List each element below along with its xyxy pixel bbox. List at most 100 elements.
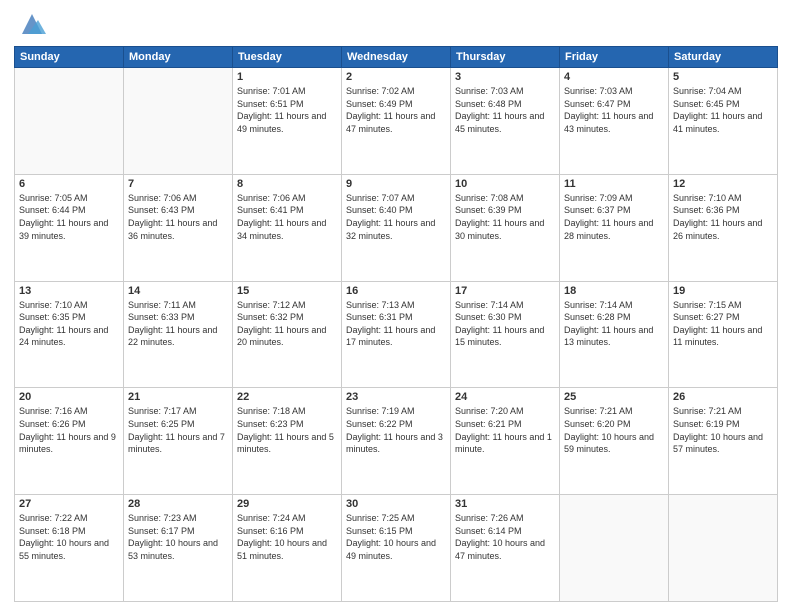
day-of-week-header: Wednesday — [342, 47, 451, 68]
calendar-cell: 28 Sunrise: 7:23 AM Sunset: 6:17 PM Dayli… — [124, 495, 233, 602]
calendar-cell: 24 Sunrise: 7:20 AM Sunset: 6:21 PM Dayli… — [451, 388, 560, 495]
calendar-week-row: 20 Sunrise: 7:16 AM Sunset: 6:26 PM Dayli… — [15, 388, 778, 495]
calendar-cell: 15Sunrise: 7:12 AM Sunset: 6:32 PM Dayli… — [233, 281, 342, 388]
day-of-week-header: Tuesday — [233, 47, 342, 68]
calendar-cell: 22 Sunrise: 7:18 AM Sunset: 6:23 PM Dayli… — [233, 388, 342, 495]
day-info: Sunrise: 7:03 AM Sunset: 6:48 PM Dayligh… — [455, 85, 555, 135]
calendar-cell: 27 Sunrise: 7:22 AM Sunset: 6:18 PM Dayli… — [15, 495, 124, 602]
day-info: Sunrise: 7:01 AM Sunset: 6:51 PM Dayligh… — [237, 85, 337, 135]
calendar-cell: 21 Sunrise: 7:17 AM Sunset: 6:25 PM Dayli… — [124, 388, 233, 495]
day-number: 12 — [673, 178, 773, 190]
day-info: Sunrise: 7:03 AM Sunset: 6:47 PM Dayligh… — [564, 85, 664, 135]
calendar-cell: 16 Sunrise: 7:13 AM Sunset: 6:31 PM Dayli… — [342, 281, 451, 388]
day-number: 16 — [346, 285, 446, 297]
day-number: 11 — [564, 178, 664, 190]
day-number: 30 — [346, 498, 446, 510]
logo — [14, 14, 46, 38]
calendar-cell: 8 Sunrise: 7:06 AM Sunset: 6:41 PM Daylig… — [233, 174, 342, 281]
day-info: Sunrise: 7:02 AM Sunset: 6:49 PM Dayligh… — [346, 85, 446, 135]
calendar-cell: 25 Sunrise: 7:21 AM Sunset: 6:20 PM Dayli… — [560, 388, 669, 495]
day-number: 10 — [455, 178, 555, 190]
day-info: Sunrise: 7:24 AM Sunset: 6:16 PM Dayligh… — [237, 512, 337, 562]
calendar-cell: 17 Sunrise: 7:14 AM Sunset: 6:30 PM Dayli… — [451, 281, 560, 388]
calendar-week-row: 6 Sunrise: 7:05 AM Sunset: 6:44 PM Daylig… — [15, 174, 778, 281]
page: SundayMondayTuesdayWednesdayThursdayFrid… — [0, 0, 792, 612]
day-number: 7 — [128, 178, 228, 190]
calendar-cell: 1Sunrise: 7:01 AM Sunset: 6:51 PM Daylig… — [233, 68, 342, 175]
day-of-week-header: Saturday — [669, 47, 778, 68]
day-info: Sunrise: 7:15 AM Sunset: 6:27 PM Dayligh… — [673, 299, 773, 349]
header — [14, 10, 778, 38]
day-info: Sunrise: 7:21 AM Sunset: 6:20 PM Dayligh… — [564, 405, 664, 455]
day-number: 20 — [19, 391, 119, 403]
day-info: Sunrise: 7:26 AM Sunset: 6:14 PM Dayligh… — [455, 512, 555, 562]
day-info: Sunrise: 7:11 AM Sunset: 6:33 PM Dayligh… — [128, 299, 228, 349]
day-info: Sunrise: 7:23 AM Sunset: 6:17 PM Dayligh… — [128, 512, 228, 562]
day-number: 28 — [128, 498, 228, 510]
calendar-cell — [560, 495, 669, 602]
calendar-cell: 7Sunrise: 7:06 AM Sunset: 6:43 PM Daylig… — [124, 174, 233, 281]
calendar-cell: 26Sunrise: 7:21 AM Sunset: 6:19 PM Dayli… — [669, 388, 778, 495]
day-info: Sunrise: 7:22 AM Sunset: 6:18 PM Dayligh… — [19, 512, 119, 562]
day-number: 27 — [19, 498, 119, 510]
calendar-cell: 4Sunrise: 7:03 AM Sunset: 6:47 PM Daylig… — [560, 68, 669, 175]
logo-icon — [18, 10, 46, 38]
calendar-cell: 10 Sunrise: 7:08 AM Sunset: 6:39 PM Dayli… — [451, 174, 560, 281]
day-info: Sunrise: 7:14 AM Sunset: 6:30 PM Dayligh… — [455, 299, 555, 349]
calendar-week-row: 27 Sunrise: 7:22 AM Sunset: 6:18 PM Dayli… — [15, 495, 778, 602]
day-info: Sunrise: 7:05 AM Sunset: 6:44 PM Dayligh… — [19, 192, 119, 242]
calendar-cell: 14 Sunrise: 7:11 AM Sunset: 6:33 PM Dayli… — [124, 281, 233, 388]
calendar-table: SundayMondayTuesdayWednesdayThursdayFrid… — [14, 46, 778, 602]
calendar-cell: 30 Sunrise: 7:25 AM Sunset: 6:15 PM Dayli… — [342, 495, 451, 602]
day-info: Sunrise: 7:08 AM Sunset: 6:39 PM Dayligh… — [455, 192, 555, 242]
day-number: 24 — [455, 391, 555, 403]
day-number: 18 — [564, 285, 664, 297]
calendar-cell: 11Sunrise: 7:09 AM Sunset: 6:37 PM Dayli… — [560, 174, 669, 281]
day-number: 2 — [346, 71, 446, 83]
calendar-cell: 20 Sunrise: 7:16 AM Sunset: 6:26 PM Dayli… — [15, 388, 124, 495]
day-number: 21 — [128, 391, 228, 403]
day-info: Sunrise: 7:19 AM Sunset: 6:22 PM Dayligh… — [346, 405, 446, 455]
day-number: 8 — [237, 178, 337, 190]
calendar-cell: 9 Sunrise: 7:07 AM Sunset: 6:40 PM Daylig… — [342, 174, 451, 281]
day-info: Sunrise: 7:04 AM Sunset: 6:45 PM Dayligh… — [673, 85, 773, 135]
day-info: Sunrise: 7:13 AM Sunset: 6:31 PM Dayligh… — [346, 299, 446, 349]
calendar-cell: 29 Sunrise: 7:24 AM Sunset: 6:16 PM Dayli… — [233, 495, 342, 602]
calendar-cell: 6 Sunrise: 7:05 AM Sunset: 6:44 PM Daylig… — [15, 174, 124, 281]
day-number: 25 — [564, 391, 664, 403]
calendar-cell — [124, 68, 233, 175]
day-number: 6 — [19, 178, 119, 190]
calendar-week-row: 13 Sunrise: 7:10 AM Sunset: 6:35 PM Dayli… — [15, 281, 778, 388]
day-number: 31 — [455, 498, 555, 510]
day-info: Sunrise: 7:21 AM Sunset: 6:19 PM Dayligh… — [673, 405, 773, 455]
day-number: 3 — [455, 71, 555, 83]
calendar-cell — [669, 495, 778, 602]
day-info: Sunrise: 7:25 AM Sunset: 6:15 PM Dayligh… — [346, 512, 446, 562]
day-number: 9 — [346, 178, 446, 190]
day-number: 17 — [455, 285, 555, 297]
calendar-cell: 23 Sunrise: 7:19 AM Sunset: 6:22 PM Dayli… — [342, 388, 451, 495]
calendar-cell: 31 Sunrise: 7:26 AM Sunset: 6:14 PM Dayli… — [451, 495, 560, 602]
day-info: Sunrise: 7:20 AM Sunset: 6:21 PM Dayligh… — [455, 405, 555, 455]
calendar-cell — [15, 68, 124, 175]
calendar-cell: 3 Sunrise: 7:03 AM Sunset: 6:48 PM Daylig… — [451, 68, 560, 175]
day-number: 14 — [128, 285, 228, 297]
day-info: Sunrise: 7:17 AM Sunset: 6:25 PM Dayligh… — [128, 405, 228, 455]
calendar-cell: 5Sunrise: 7:04 AM Sunset: 6:45 PM Daylig… — [669, 68, 778, 175]
day-number: 29 — [237, 498, 337, 510]
day-info: Sunrise: 7:14 AM Sunset: 6:28 PM Dayligh… — [564, 299, 664, 349]
day-info: Sunrise: 7:18 AM Sunset: 6:23 PM Dayligh… — [237, 405, 337, 455]
day-of-week-header: Monday — [124, 47, 233, 68]
calendar-cell: 13 Sunrise: 7:10 AM Sunset: 6:35 PM Dayli… — [15, 281, 124, 388]
day-info: Sunrise: 7:07 AM Sunset: 6:40 PM Dayligh… — [346, 192, 446, 242]
day-number: 23 — [346, 391, 446, 403]
day-info: Sunrise: 7:12 AM Sunset: 6:32 PM Dayligh… — [237, 299, 337, 349]
calendar-week-row: 1Sunrise: 7:01 AM Sunset: 6:51 PM Daylig… — [15, 68, 778, 175]
day-info: Sunrise: 7:06 AM Sunset: 6:41 PM Dayligh… — [237, 192, 337, 242]
calendar-cell: 18 Sunrise: 7:14 AM Sunset: 6:28 PM Dayli… — [560, 281, 669, 388]
day-info: Sunrise: 7:16 AM Sunset: 6:26 PM Dayligh… — [19, 405, 119, 455]
day-of-week-header: Sunday — [15, 47, 124, 68]
day-number: 22 — [237, 391, 337, 403]
day-info: Sunrise: 7:10 AM Sunset: 6:35 PM Dayligh… — [19, 299, 119, 349]
day-number: 13 — [19, 285, 119, 297]
